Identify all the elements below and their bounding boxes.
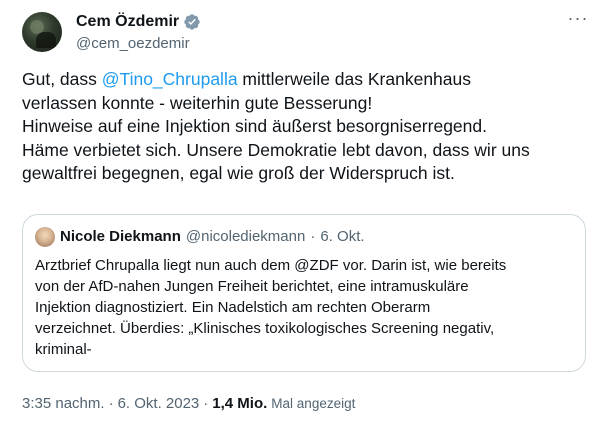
quote-author-handle[interactable]: @nicolediekmann	[186, 227, 305, 247]
more-options-button[interactable]: ···	[566, 9, 590, 32]
quote-separator: ·	[310, 228, 316, 245]
tweet-line: gewaltfrei begegnen, egal wie groß der W…	[22, 163, 455, 183]
quote-line: Injektion diagnostiziert. Ein Nadelstich…	[35, 299, 431, 316]
author-avatar[interactable]	[22, 12, 62, 52]
meta-separator: ·	[108, 395, 114, 412]
tweet-text-segment: Gut, dass	[22, 69, 102, 89]
tweet-line: verlassen konnte - weiterhin gute Besser…	[22, 92, 373, 113]
quote-line: Arztbrief Chrupalla liegt nun auch dem @…	[35, 257, 507, 274]
quote-line: von der AfD-nahen Jungen Freiheit berich…	[35, 278, 469, 295]
tweet-date[interactable]: 6. Okt. 2023	[118, 394, 200, 414]
quote-author-avatar[interactable]	[35, 227, 55, 247]
tweet-line: Hinweise auf eine Injektion sind äußerst…	[22, 116, 487, 136]
quote-date[interactable]: 6. Okt.	[320, 227, 364, 247]
tweet-text: Gut, dass @Tino_Chrupalla mittlerweile d…	[22, 68, 588, 186]
quote-line: verzeichnet. Überdies: „Klinisches toxik…	[35, 320, 495, 337]
author-handle[interactable]: @cem_oezdemir	[76, 34, 190, 54]
views-label: Mal angezeigt	[271, 396, 356, 411]
mention-link[interactable]: @Tino_Chrupalla	[102, 69, 238, 89]
tweet-line: Gut, dass @Tino_Chrupalla mittlerweile d…	[22, 68, 588, 92]
quote-line: kriminal-	[35, 341, 92, 358]
views-count: 1,4 Mio.	[212, 395, 268, 412]
quote-text: Arztbrief Chrupalla liegt nun auch dem @…	[35, 255, 575, 360]
tweet-line: Häme verbietet sich. Unsere Demokratie l…	[22, 139, 530, 160]
quote-author-name[interactable]: Nicole Diekmann	[60, 227, 181, 247]
tweet-meta: 3:35 nachm. · 6. Okt. 2023 · 1,4 Mio. Ma…	[22, 394, 355, 414]
meta-separator: ·	[203, 395, 209, 412]
author-name-row[interactable]: Cem Özdemir	[76, 12, 201, 32]
quoted-tweet-card[interactable]: Nicole Diekmann @nicolediekmann · 6. Okt…	[22, 214, 586, 372]
tweet-time[interactable]: 3:35 nachm.	[22, 394, 105, 414]
tweet-text-segment: mittlerweile das Krankenhaus	[237, 69, 472, 89]
quote-header: Nicole Diekmann @nicolediekmann · 6. Okt…	[35, 227, 365, 247]
author-name[interactable]: Cem Özdemir	[76, 12, 179, 32]
verified-badge-icon	[184, 14, 200, 30]
